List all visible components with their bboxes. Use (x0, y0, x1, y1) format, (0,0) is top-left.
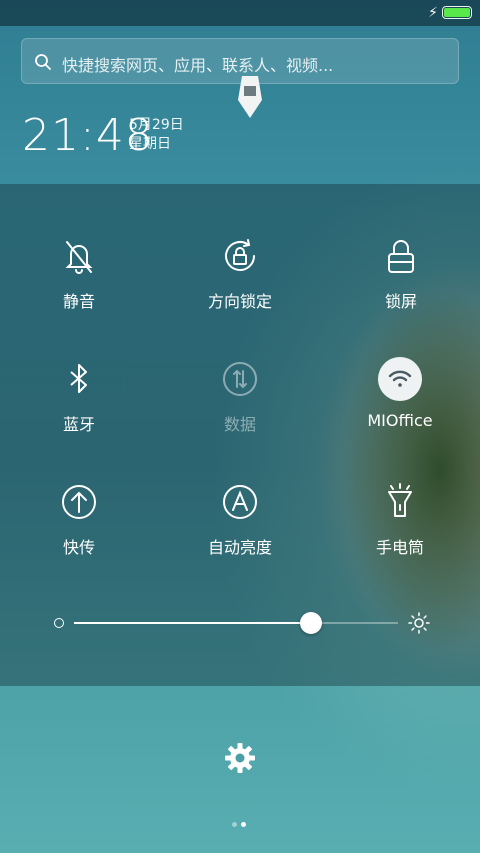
wifi-icon (388, 370, 412, 387)
toggle-flashlight[interactable]: 手电筒 (320, 482, 480, 592)
toggle-rotation-lock[interactable]: 方向锁定 (160, 236, 320, 346)
toggle-label: 数据 (223, 415, 256, 434)
toggle-label: 自动亮度 (207, 538, 272, 557)
search-placeholder: 快捷搜索网页、应用、联系人、视频... (62, 56, 334, 75)
settings-gear-icon[interactable] (224, 742, 256, 774)
toggle-label: 静音 (62, 292, 95, 311)
bluetooth-icon (70, 364, 87, 393)
page-indicator (230, 812, 250, 827)
toggle-quick-transfer[interactable]: 快传 (0, 482, 159, 592)
toggle-label: 快传 (62, 538, 95, 557)
page-dot (232, 822, 237, 827)
battery-icon (442, 6, 472, 19)
flashlight-icon (388, 483, 412, 517)
charging-icon: ⚡ (428, 5, 438, 21)
toggle-wifi[interactable]: MIOffice (320, 357, 480, 469)
status-bar: ⚡ (0, 0, 480, 26)
date-label: 5月29日 (129, 117, 184, 133)
brightness-slider[interactable] (52, 610, 432, 636)
bell-off-icon (65, 241, 93, 274)
toggle-lock-screen[interactable]: 锁屏 (321, 236, 480, 346)
boat-image (238, 76, 262, 118)
brightness-high-icon (408, 612, 430, 634)
clock-date[interactable]: 5月29日 星期日 (129, 116, 184, 154)
rotation-lock-icon (225, 239, 255, 271)
toggle-auto-brightness[interactable]: 自动亮度 (160, 482, 320, 592)
quick-transfer-icon (62, 485, 96, 519)
toggle-label: 蓝牙 (62, 415, 95, 434)
weekday-label: 星期日 (129, 136, 171, 152)
toggle-mobile-data[interactable]: 数据 (160, 359, 320, 469)
brightness-fill (74, 622, 311, 624)
lock-icon (388, 240, 414, 273)
auto-brightness-icon (223, 485, 257, 519)
search-icon (35, 54, 51, 70)
toggle-bluetooth[interactable]: 蓝牙 (0, 359, 159, 469)
brightness-knob[interactable] (299, 612, 322, 634)
mobile-data-icon (223, 362, 257, 396)
toggle-label: MIOffice (367, 411, 433, 430)
page-dot-active (241, 822, 246, 827)
toggle-label: 方向锁定 (207, 292, 272, 311)
toggle-label: 手电筒 (375, 538, 424, 557)
toggle-mute[interactable]: 静音 (0, 236, 159, 346)
toggle-label: 锁屏 (384, 292, 417, 311)
brightness-low-icon (54, 618, 64, 628)
